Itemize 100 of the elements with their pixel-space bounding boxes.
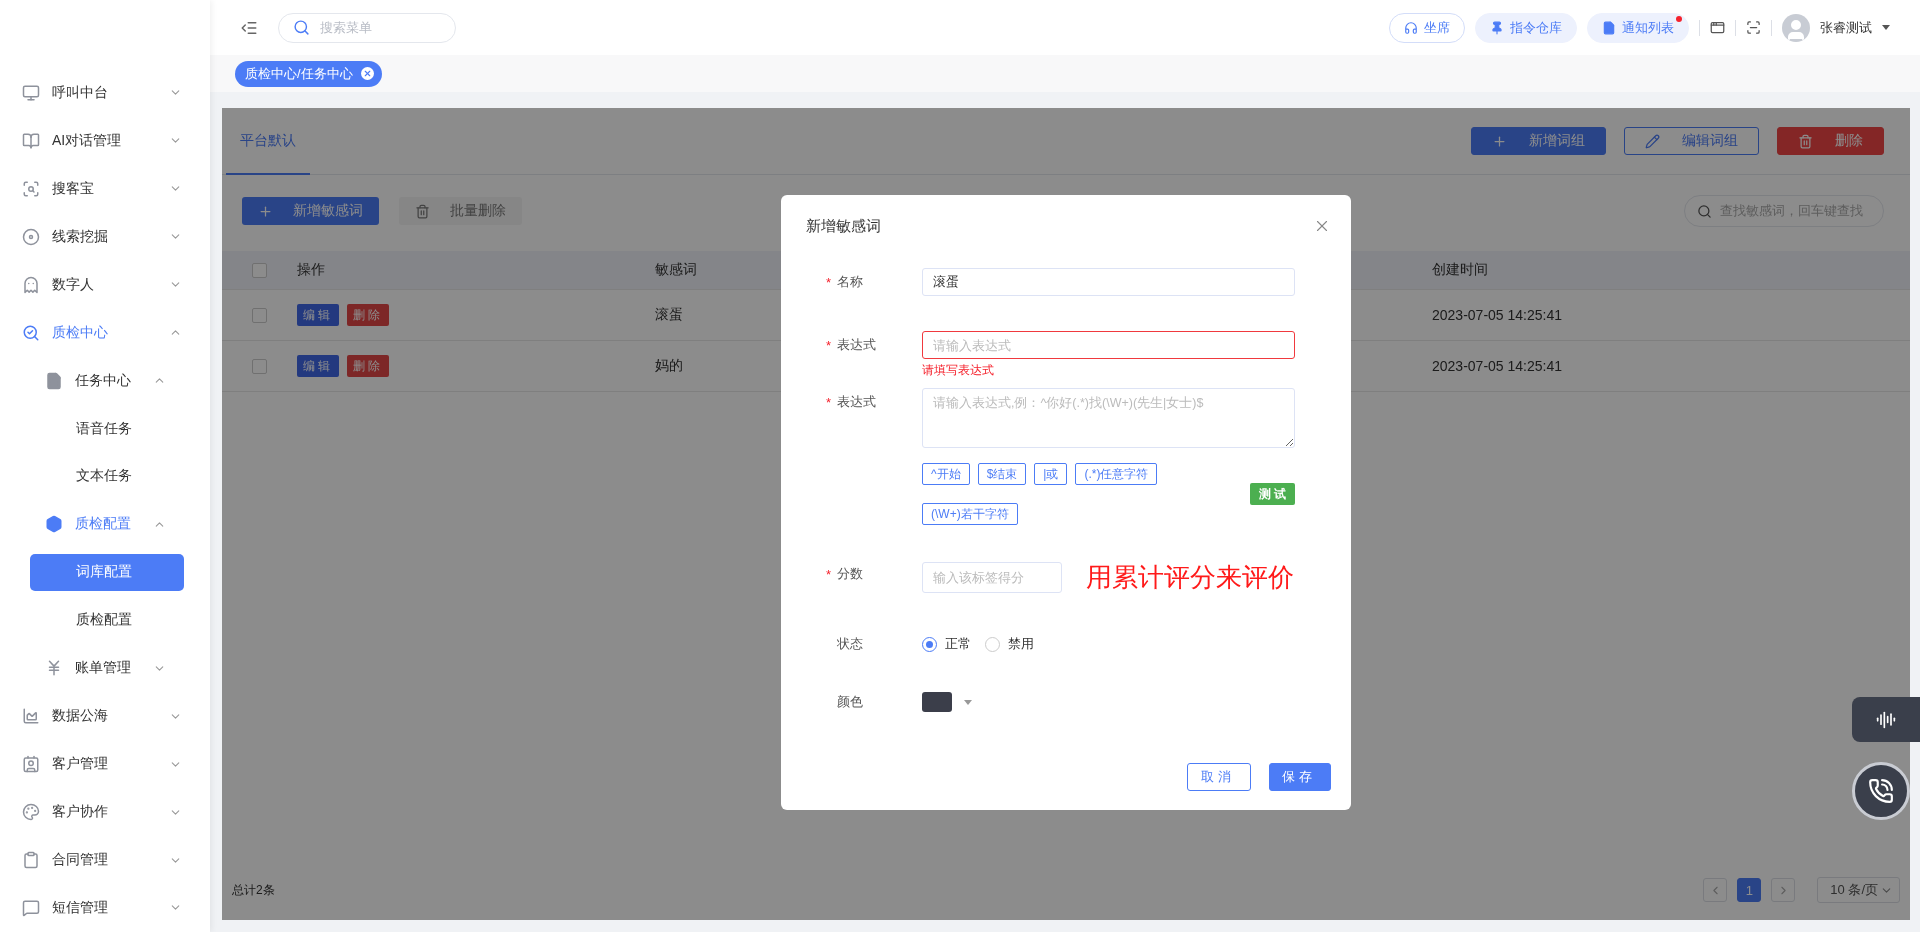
menu-item[interactable]: 任务中心 [0,356,210,405]
menu-item[interactable]: 文本任务 [30,458,184,495]
required-mark: * [826,337,833,353]
field-label: 名称 [837,273,863,291]
header-button[interactable]: 指令仓库 [1475,12,1577,43]
table-cell: 妈的 [655,357,683,375]
menu-item[interactable]: 合同管理 [0,836,210,884]
headset-icon [1404,20,1418,35]
plus-icon [1492,133,1507,149]
field-label: 表达式 [837,336,876,354]
column-header: 创建时间 [1432,261,1488,279]
search-icon [1697,203,1712,219]
pencil-icon [1645,133,1660,149]
color-swatch[interactable] [922,692,952,712]
column-header: 操作 [297,261,325,279]
search-icon [22,323,40,342]
dialog-title: 新增敏感词 [806,216,881,236]
expression-textarea[interactable]: 请输入表达式,例：^你好(.*)找(\W+)(先生|女士)$ [922,388,1295,448]
page-tag[interactable]: 质检中心/任务中心 [235,60,382,87]
close-icon[interactable] [360,67,374,80]
phone-icon [1868,778,1894,804]
checkbox[interactable] [252,262,267,278]
trash-icon [1798,133,1813,149]
menu-item[interactable]: 客户管理 [0,740,210,789]
checkbox[interactable] [252,358,267,374]
field-label: 颜色 [837,693,863,711]
audio-lines-icon [1876,709,1896,730]
action-button[interactable]: 编辑词组 [1624,127,1759,155]
field-label: 状态 [837,635,863,653]
menu-item[interactable]: 呼叫中台 [0,69,210,117]
menu-item[interactable]: 数据公海 [0,692,210,741]
pin-icon [1490,20,1504,35]
menu-item[interactable]: 数字人 [0,260,210,309]
action-button[interactable]: 新增词组 [1471,127,1606,155]
snippet-button[interactable]: (.*)任意字符 [1075,463,1158,485]
snippet-button[interactable]: (\W+)若干字符 [922,503,1018,525]
hexagon-icon [45,515,63,534]
radio-option[interactable]: 正常 [922,635,971,653]
scan-icon[interactable] [1746,20,1761,35]
document-icon [45,371,63,390]
page-button[interactable]: 1 [1737,878,1762,902]
book-icon [22,131,40,150]
edit-button[interactable]: 编辑 [297,304,339,326]
header-button[interactable]: 坐席 [1389,12,1465,43]
user-name[interactable]: 张睿测试 [1820,18,1872,37]
add-button[interactable]: 新增敏感词 [242,197,379,225]
snippet-button[interactable]: ^开始 [922,463,970,485]
checkbox[interactable] [252,307,267,323]
cancel-button[interactable]: 取消 [1187,763,1251,791]
radio-option[interactable]: 禁用 [985,635,1034,653]
menu-item[interactable]: 词库配置 [30,553,184,591]
tab[interactable]: 平台默认 [226,108,310,175]
action-button[interactable]: 删除 [1777,127,1884,155]
voice-widget-button[interactable] [1852,697,1920,742]
menu-item[interactable]: 语音任务 [30,410,184,447]
snippet-button[interactable]: $结束 [977,463,1027,485]
text-field[interactable]: 滚蛋 [922,268,1295,296]
save-button[interactable]: 保存 [1269,763,1331,791]
required-mark: * [826,394,833,410]
text-field[interactable]: 请输入表达式 [922,331,1295,359]
menu-item[interactable]: 账单管理 [0,644,210,693]
document-icon [1602,20,1616,35]
total-count: 总计2条 [232,881,276,899]
menu-item[interactable]: 质检配置 [30,601,184,639]
disc-icon [22,227,40,246]
table-cell: 滚蛋 [655,306,683,324]
caret-icon [964,699,972,705]
column-header: 敏感词 [655,261,697,279]
menu-item[interactable]: 质检中心 [0,308,210,357]
scan-search-icon [22,179,40,198]
table-cell: 2023-07-05 14:25:41 [1432,307,1562,323]
menu-item[interactable]: 线索挖掘 [0,212,210,261]
menu-item[interactable]: 短信管理 [0,884,210,932]
table-cell: 2023-07-05 14:25:41 [1432,358,1562,374]
menu-item[interactable]: 搜客宝 [0,164,210,213]
annotation-text: 用累计评分来评价 [1086,561,1294,594]
delete-button[interactable]: 删除 [347,304,389,326]
menu-item[interactable]: 客户协作 [0,788,210,837]
page-size-select[interactable]: 10 条/页 [1817,877,1900,903]
header-button[interactable]: 通知列表 [1587,12,1689,43]
delete-button[interactable]: 删除 [347,355,389,377]
required-mark: * [826,566,833,582]
edit-button[interactable]: 编辑 [297,355,339,377]
chart-icon [22,707,40,726]
required-mark: * [826,274,833,290]
window-icon[interactable] [1710,20,1725,35]
message-icon [22,898,40,917]
score-field[interactable]: 输入该标签得分 [922,562,1062,593]
menu-item[interactable]: AI对话管理 [0,116,210,165]
menu-item[interactable]: 质检配置 [0,500,210,549]
snippet-button[interactable]: |或 [1034,463,1068,485]
palette-icon [22,803,40,822]
trash-icon [415,203,430,219]
clipboard-icon [22,851,40,870]
field-label: 表达式 [837,393,876,411]
test-button[interactable]: 测试 [1250,483,1295,505]
ghost-icon [22,275,40,294]
caret-icon [1882,25,1890,30]
field-label: 分数 [837,565,863,583]
avatar [1782,13,1810,42]
